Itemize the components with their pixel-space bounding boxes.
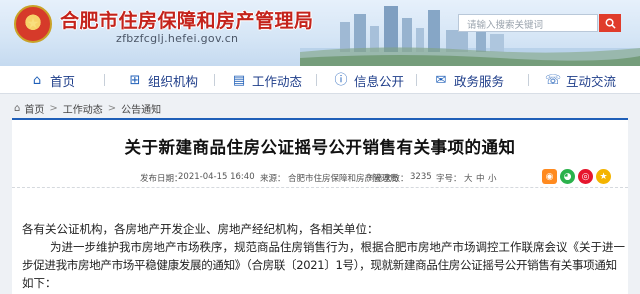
page: ★ 合肥市住房保障和房产管理局 zfbzfcglj.hefei.gov.cn 请… bbox=[0, 0, 640, 294]
nav-item-organization[interactable]: ⊞ 组织机构 bbox=[128, 66, 198, 94]
national-emblem-icon: ★ bbox=[14, 5, 52, 43]
organization-icon: ⊞ bbox=[129, 72, 141, 88]
views-label: 浏览次数： bbox=[366, 174, 409, 184]
font-size-small[interactable]: 小 bbox=[488, 172, 497, 184]
rss-icon[interactable]: ◉ bbox=[542, 169, 557, 184]
article-card: 关于新建商品住房公证摇号公开销售有关事项的通知 发布日期： 2021-04-15… bbox=[12, 118, 628, 294]
work-news-icon: ▤ bbox=[232, 72, 246, 88]
salutation: 各有关公证机构，各房地产开发企业、房地产经纪机构，各相关单位： bbox=[22, 222, 379, 236]
nav-item-label: 工作动态 bbox=[252, 73, 303, 89]
interaction-icon: ☏ bbox=[544, 72, 562, 88]
search-icon bbox=[605, 18, 616, 29]
nav-item-interaction[interactable]: ☏ 互动交流 bbox=[544, 66, 617, 94]
breadcrumb-notices[interactable]: 公告通知 bbox=[121, 101, 161, 116]
body-line: 步促进我市房地产市场平稳健康发展的通知》（合房联〔2021〕1号），现就新建商品… bbox=[22, 258, 617, 272]
site-header: ★ 合肥市住房保障和房产管理局 zfbzfcglj.hefei.gov.cn 请… bbox=[0, 0, 640, 66]
nav-item-label: 组织机构 bbox=[148, 73, 199, 89]
nav-item-label: 首页 bbox=[50, 73, 76, 89]
publish-date-label: 发布日期： bbox=[140, 174, 183, 184]
site-title: 合肥市住房保障和房产管理局 bbox=[60, 10, 314, 32]
breadcrumb: ⌂ 首页 > 工作动态 > 公告通知 bbox=[14, 101, 161, 116]
article-title: 关于新建商品住房公证摇号公开销售有关事项的通知 bbox=[124, 138, 516, 157]
breadcrumb-work-news[interactable]: 工作动态 bbox=[63, 101, 103, 116]
nav-item-label: 信息公开 bbox=[354, 73, 405, 89]
search-input[interactable]: 请输入搜索关键词 bbox=[458, 14, 598, 32]
wechat-icon[interactable]: ◕ bbox=[560, 169, 575, 184]
home-icon: ⌂ bbox=[14, 103, 21, 114]
body-line: 为进一步维护我市房地产市场秩序，规范商品住房销售行为，根据合肥市房地产市场调控工… bbox=[50, 240, 625, 254]
home-icon: ⌂ bbox=[32, 72, 42, 88]
search-button[interactable] bbox=[599, 14, 621, 32]
nav-item-label: 政务服务 bbox=[454, 73, 505, 89]
article-meta: 发布日期： 2021-04-15 16:40 来源： 合肥市住房保障和房产管理局… bbox=[12, 168, 628, 188]
nav-item-home[interactable]: ⌂ 首页 bbox=[30, 66, 75, 94]
views-count: 3235 bbox=[410, 172, 432, 182]
qzone-icon[interactable]: ★ bbox=[596, 169, 611, 184]
nav-item-info-public[interactable]: ⓘ 信息公开 bbox=[334, 66, 404, 94]
breadcrumb-separator: > bbox=[49, 103, 58, 114]
weibo-icon[interactable]: ◎ bbox=[578, 169, 593, 184]
nav-divider bbox=[416, 74, 417, 86]
nav-item-service[interactable]: ✉ 政务服务 bbox=[434, 66, 504, 94]
info-public-icon: ⓘ bbox=[334, 72, 348, 88]
nav-divider bbox=[104, 74, 105, 86]
main-nav: ⌂ 首页 ⊞ 组织机构 ▤ 工作动态 ⓘ 信息公开 ✉ 政务服务 ☏ 互动交流 bbox=[0, 66, 640, 94]
source-label: 来源： bbox=[260, 174, 286, 184]
font-size-label: 字号： bbox=[436, 174, 462, 184]
font-size-medium[interactable]: 中 bbox=[476, 172, 485, 184]
nav-divider bbox=[316, 74, 317, 86]
body-line: 如下： bbox=[22, 276, 57, 290]
publish-date: 2021-04-15 16:40 bbox=[178, 172, 255, 182]
site-url: zfbzfcglj.hefei.gov.cn bbox=[116, 32, 239, 45]
nav-item-work-news[interactable]: ▤ 工作动态 bbox=[232, 66, 302, 94]
nav-divider bbox=[528, 74, 529, 86]
nav-item-label: 互动交流 bbox=[566, 73, 617, 89]
breadcrumb-home[interactable]: 首页 bbox=[24, 101, 44, 116]
breadcrumb-separator: > bbox=[107, 103, 117, 114]
service-icon: ✉ bbox=[435, 72, 447, 88]
font-size-large[interactable]: 大 bbox=[464, 172, 473, 184]
city-skyline-banner bbox=[300, 6, 640, 66]
nav-divider bbox=[214, 74, 215, 86]
